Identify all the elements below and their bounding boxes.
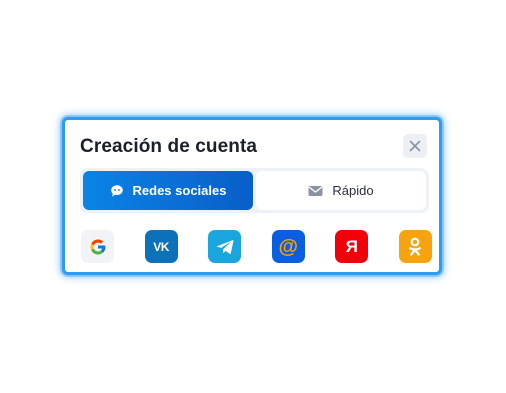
close-button[interactable] <box>403 134 427 158</box>
at-sign-icon: @ <box>278 235 299 258</box>
telegram-icon <box>216 239 234 254</box>
envelope-icon <box>308 185 323 196</box>
odnoklassniki-icon <box>409 237 422 256</box>
yandex-login-button[interactable]: Я <box>335 230 369 263</box>
mail-login-button[interactable]: @ <box>271 230 305 263</box>
chat-bubble-icon <box>110 184 123 197</box>
telegram-login-button[interactable] <box>208 230 242 263</box>
tab-quick-label: Rápido <box>332 183 374 198</box>
tab-social-networks-label: Redes sociales <box>132 183 227 198</box>
vk-icon: VK <box>153 239 169 254</box>
google-icon <box>90 239 105 254</box>
yandex-icon: Я <box>345 236 358 256</box>
account-creation-modal: Creación de cuenta Redes sociales Rápido <box>62 117 442 275</box>
tab-social-networks[interactable]: Redes sociales <box>83 171 253 210</box>
close-icon <box>409 140 421 152</box>
modal-title: Creación de cuenta <box>80 136 258 157</box>
tab-quick[interactable]: Rápido <box>256 171 426 210</box>
auth-method-tabs: Redes sociales Rápido <box>80 168 429 213</box>
social-login-buttons: VK @ Я <box>81 230 432 263</box>
vk-login-button[interactable]: VK <box>144 230 178 263</box>
google-login-button[interactable] <box>81 230 114 263</box>
odnoklassniki-login-button[interactable] <box>398 230 432 263</box>
